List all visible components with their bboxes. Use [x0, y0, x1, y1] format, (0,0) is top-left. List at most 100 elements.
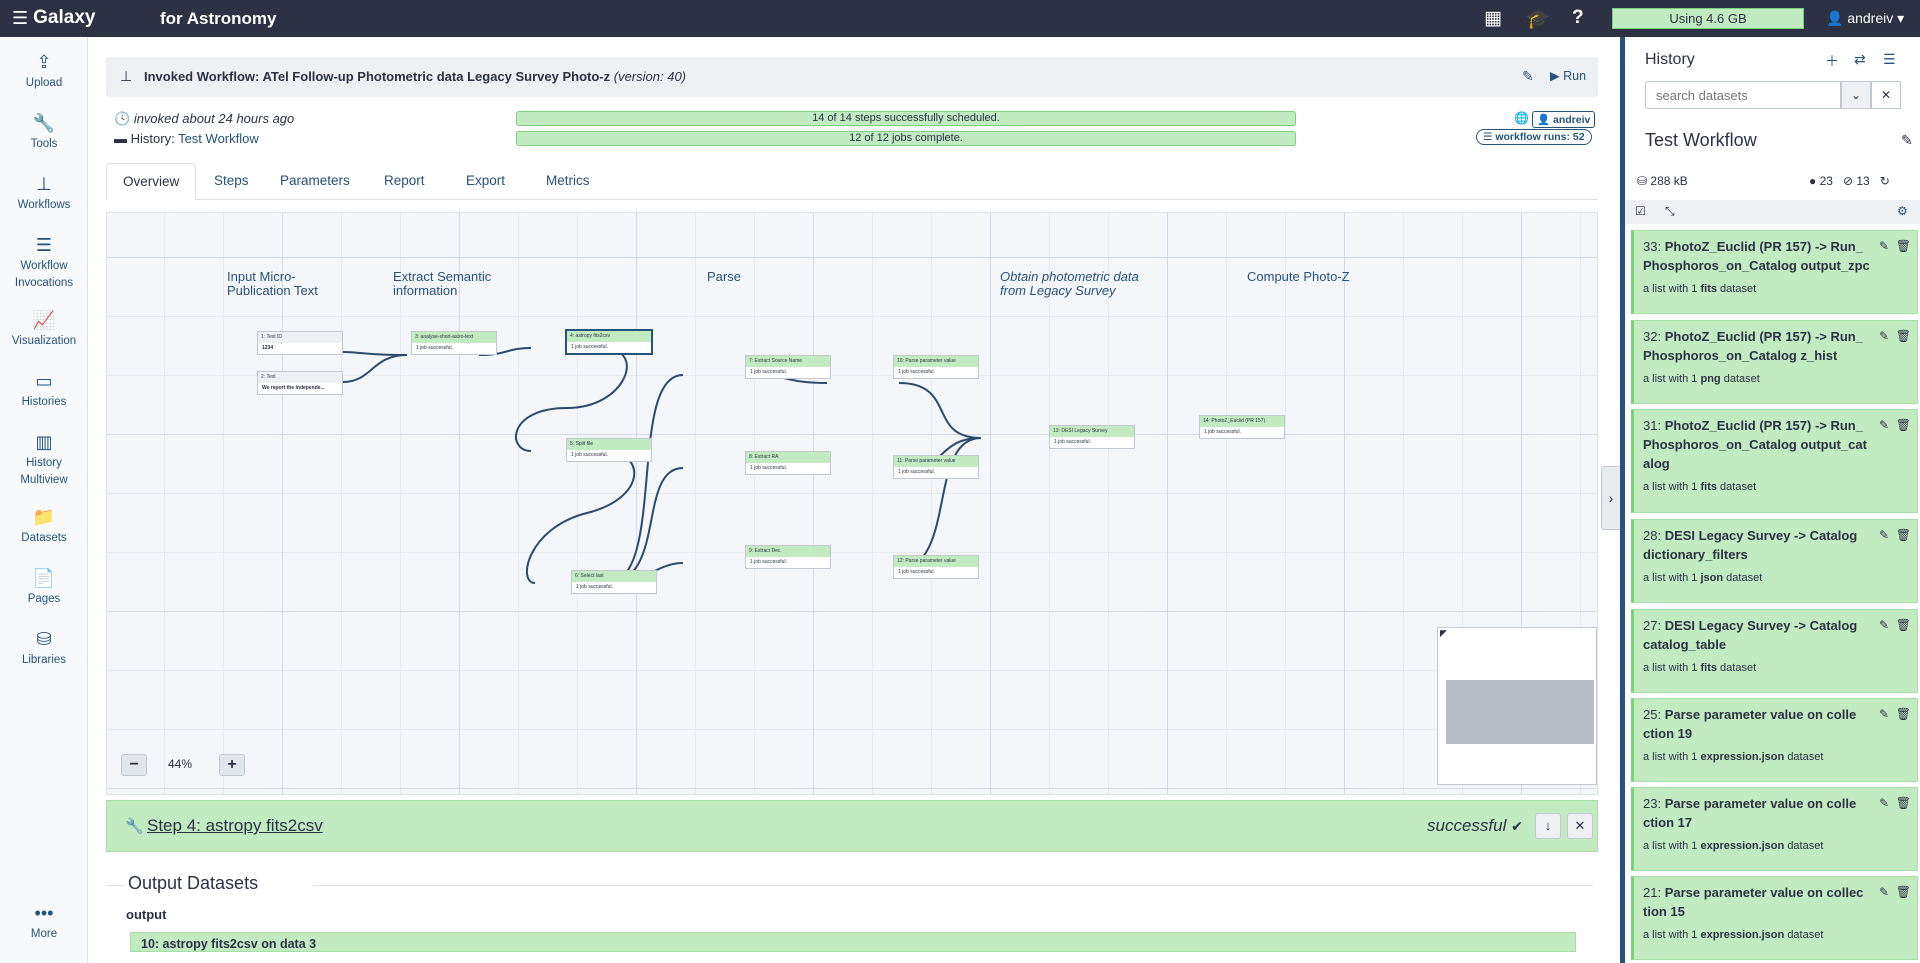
history-item[interactable]: 23: Parse parameter value on colle ction… [1631, 787, 1918, 871]
trash-icon[interactable]: 🗑 [1896, 885, 1911, 899]
zoom-out-button[interactable]: − [121, 754, 147, 776]
step-title[interactable]: Step 4: astropy fits2csv [147, 816, 323, 836]
tab-metrics[interactable]: Metrics [530, 163, 606, 200]
activity-histories[interactable]: ▭ Histories [0, 370, 88, 411]
invoked-text: invoked about 24 hours ago [133, 111, 295, 126]
scroll-down-button[interactable]: ↓ [1535, 813, 1561, 839]
graduation-cap-icon[interactable]: 🎓 [1526, 7, 1550, 31]
workflow-node[interactable]: 13: DESI Legacy Survey 1 job successful. [1049, 425, 1135, 449]
zoom-in-button[interactable]: + [219, 754, 245, 776]
workflow-runs-badge[interactable]: ☰ workflow runs: 52 [1476, 129, 1592, 145]
activity-datasets[interactable]: 📁 Datasets [0, 506, 88, 547]
activity-more[interactable]: ••• More [0, 902, 88, 943]
history-item[interactable]: 32: PhotoZ_Euclid (PR 157) -> Run_ Phosp… [1631, 320, 1918, 404]
tab-overview[interactable]: Overview [106, 163, 197, 200]
tab-report[interactable]: Report [368, 163, 441, 200]
workflow-node[interactable]: 5: Split file 1 job successful. [566, 438, 652, 462]
refresh-icon[interactable]: ↻ [1880, 174, 1890, 188]
activity-workflow-invocations[interactable]: ☰ Workflow Invocations [0, 234, 88, 292]
edit-workflow-button[interactable]: ✎ [1522, 68, 1534, 85]
select-all-icon[interactable]: ☑ [1635, 204, 1646, 218]
workflow-node[interactable]: 14: PhotoZ_Euclid (PR 157) 1 job successf… [1199, 415, 1285, 439]
trash-icon[interactable]: 🗑 [1896, 618, 1911, 632]
workflow-node[interactable]: 11: Parse parameter value 1 job successfu… [893, 455, 979, 479]
trash-icon[interactable]: 🗑 [1896, 239, 1911, 253]
tab-steps[interactable]: Steps [198, 163, 265, 200]
workflow-node[interactable]: 10: Parse parameter value 1 job successfu… [893, 355, 979, 379]
pencil-icon[interactable]: ✎ [1879, 528, 1889, 542]
globe-icon[interactable]: 🌐 [1514, 111, 1529, 125]
history-item[interactable]: 31: PhotoZ_Euclid (PR 157) -> Run_ Phosp… [1631, 409, 1918, 513]
pencil-icon[interactable]: ✎ [1879, 618, 1889, 632]
step-header[interactable]: 🔧 Step 4: astropy fits2csv successful ✔ … [106, 800, 1598, 852]
advanced-search-button[interactable]: ⌄ [1841, 81, 1871, 109]
activity-visualization[interactable]: 📈 Visualization [0, 309, 88, 350]
pencil-icon[interactable]: ✎ [1901, 132, 1913, 149]
frame-legacy-survey: Obtain photometric data from Legacy Surv… [1000, 269, 1139, 298]
history-search-input[interactable] [1645, 81, 1841, 109]
workflow-node[interactable]: 12: Parse parameter value 1 job successfu… [893, 555, 979, 579]
switch-icon[interactable]: ⇄ [1854, 51, 1866, 68]
activity-tools[interactable]: 🔧 Tools [0, 112, 88, 153]
activity-libraries[interactable]: ⛁ Libraries [0, 628, 88, 669]
eye-slash-icon[interactable]: ⊘ [1843, 174, 1853, 188]
trash-icon[interactable]: 🗑 [1896, 796, 1911, 810]
run-workflow-button[interactable]: ▶ Run [1550, 68, 1586, 83]
activity-pages[interactable]: 📄 Pages [0, 567, 88, 608]
workflow-node[interactable]: 7: Extract Source Name 1 job successful. [745, 355, 831, 379]
owner-badge[interactable]: 👤 andreiv [1532, 111, 1596, 128]
tab-parameters[interactable]: Parameters [264, 163, 366, 200]
workflow-node[interactable]: 2: Text We report the Independe... [257, 371, 343, 395]
trash-icon[interactable]: 🗑 [1896, 329, 1911, 343]
workflow-minimap[interactable]: ◤ [1437, 627, 1597, 785]
trash-icon[interactable]: 🗑 [1896, 418, 1911, 432]
frame-input-text: Input Micro-Publication Text [227, 269, 318, 298]
wire [606, 374, 684, 584]
history-item[interactable]: 25: Parse parameter value on colle ction… [1631, 698, 1918, 782]
activity-history-multiview[interactable]: ▥ History Multiview [0, 431, 88, 489]
workflow-node[interactable]: 9: Extract Dec 1 job successful. [745, 545, 831, 569]
history-name[interactable]: Test Workflow [1645, 130, 1757, 151]
item-number: 32: [1643, 329, 1662, 344]
pencil-icon[interactable]: ✎ [1879, 796, 1889, 810]
pencil-icon[interactable]: ✎ [1879, 418, 1889, 432]
pencil-icon[interactable]: ✎ [1879, 329, 1889, 343]
history-item[interactable]: 28: DESI Legacy Survey -> Catalog dictio… [1631, 519, 1918, 603]
trash-icon[interactable]: 🗑 [1896, 528, 1911, 542]
item-extension: fits [1700, 481, 1717, 493]
activity-label: Tools [30, 138, 58, 150]
menu-icon[interactable]: ☰ [1883, 51, 1896, 68]
pencil-icon[interactable]: ✎ [1879, 239, 1889, 253]
activity-workflows[interactable]: ⊥ Workflows [0, 173, 88, 214]
workflow-node[interactable]: 1: Text ID 1234 [257, 331, 343, 355]
collapse-history-button[interactable]: › [1601, 466, 1621, 530]
workflow-node[interactable]: 3: analyse-short-astro-text 1 job success… [411, 331, 497, 355]
gear-icon[interactable]: ⚙ [1897, 204, 1908, 218]
grid-icon[interactable]: ▦ [1484, 7, 1502, 30]
workflow-node[interactable]: 8: Extract RA 1 job successful. [745, 451, 831, 475]
help-icon[interactable]: ? [1572, 7, 1584, 29]
history-item[interactable]: 33: PhotoZ_Euclid (PR 157) -> Run_ Phosp… [1631, 230, 1918, 314]
history-size[interactable]: ⛁ 288 kB [1637, 174, 1688, 188]
pencil-icon[interactable]: ✎ [1879, 707, 1889, 721]
close-step-button[interactable]: ✕ [1567, 813, 1593, 839]
workflow-node-selected[interactable]: 4: astropy fits2csv 1 job successful. [566, 330, 652, 354]
resize-handle-icon[interactable]: ◤ [1440, 628, 1447, 639]
plus-icon[interactable]: ＋ [1825, 51, 1839, 71]
clear-search-button[interactable]: ✕ [1871, 81, 1901, 109]
workflow-node[interactable]: 6: Select last 1 job successful. [571, 570, 657, 594]
history-item[interactable]: 21: Parse parameter value on collec tion… [1631, 876, 1918, 960]
history-item[interactable]: 27: DESI Legacy Survey -> Catalog catalo… [1631, 609, 1918, 693]
user-menu[interactable]: 👤 andreiv ▾ [1826, 10, 1904, 27]
tab-export[interactable]: Export [450, 163, 521, 200]
output-dataset-item[interactable]: 10: astropy fits2csv on data 3 [130, 932, 1576, 952]
map-marker-icon[interactable]: ● [1809, 174, 1816, 188]
workflow-canvas[interactable]: Input Micro-Publication Text Extract Sem… [106, 212, 1598, 795]
quota-meter[interactable]: Using 4.6 GB [1612, 8, 1804, 29]
history-link[interactable]: Test Workflow [178, 131, 259, 146]
pencil-icon[interactable]: ✎ [1879, 885, 1889, 899]
trash-icon[interactable]: 🗑 [1896, 707, 1911, 721]
activity-upload[interactable]: ⇪ Upload [0, 51, 88, 92]
galaxy-brand[interactable]: ☰ Galaxy [12, 7, 95, 29]
collapse-icon[interactable]: ⤡ [1665, 204, 1675, 219]
